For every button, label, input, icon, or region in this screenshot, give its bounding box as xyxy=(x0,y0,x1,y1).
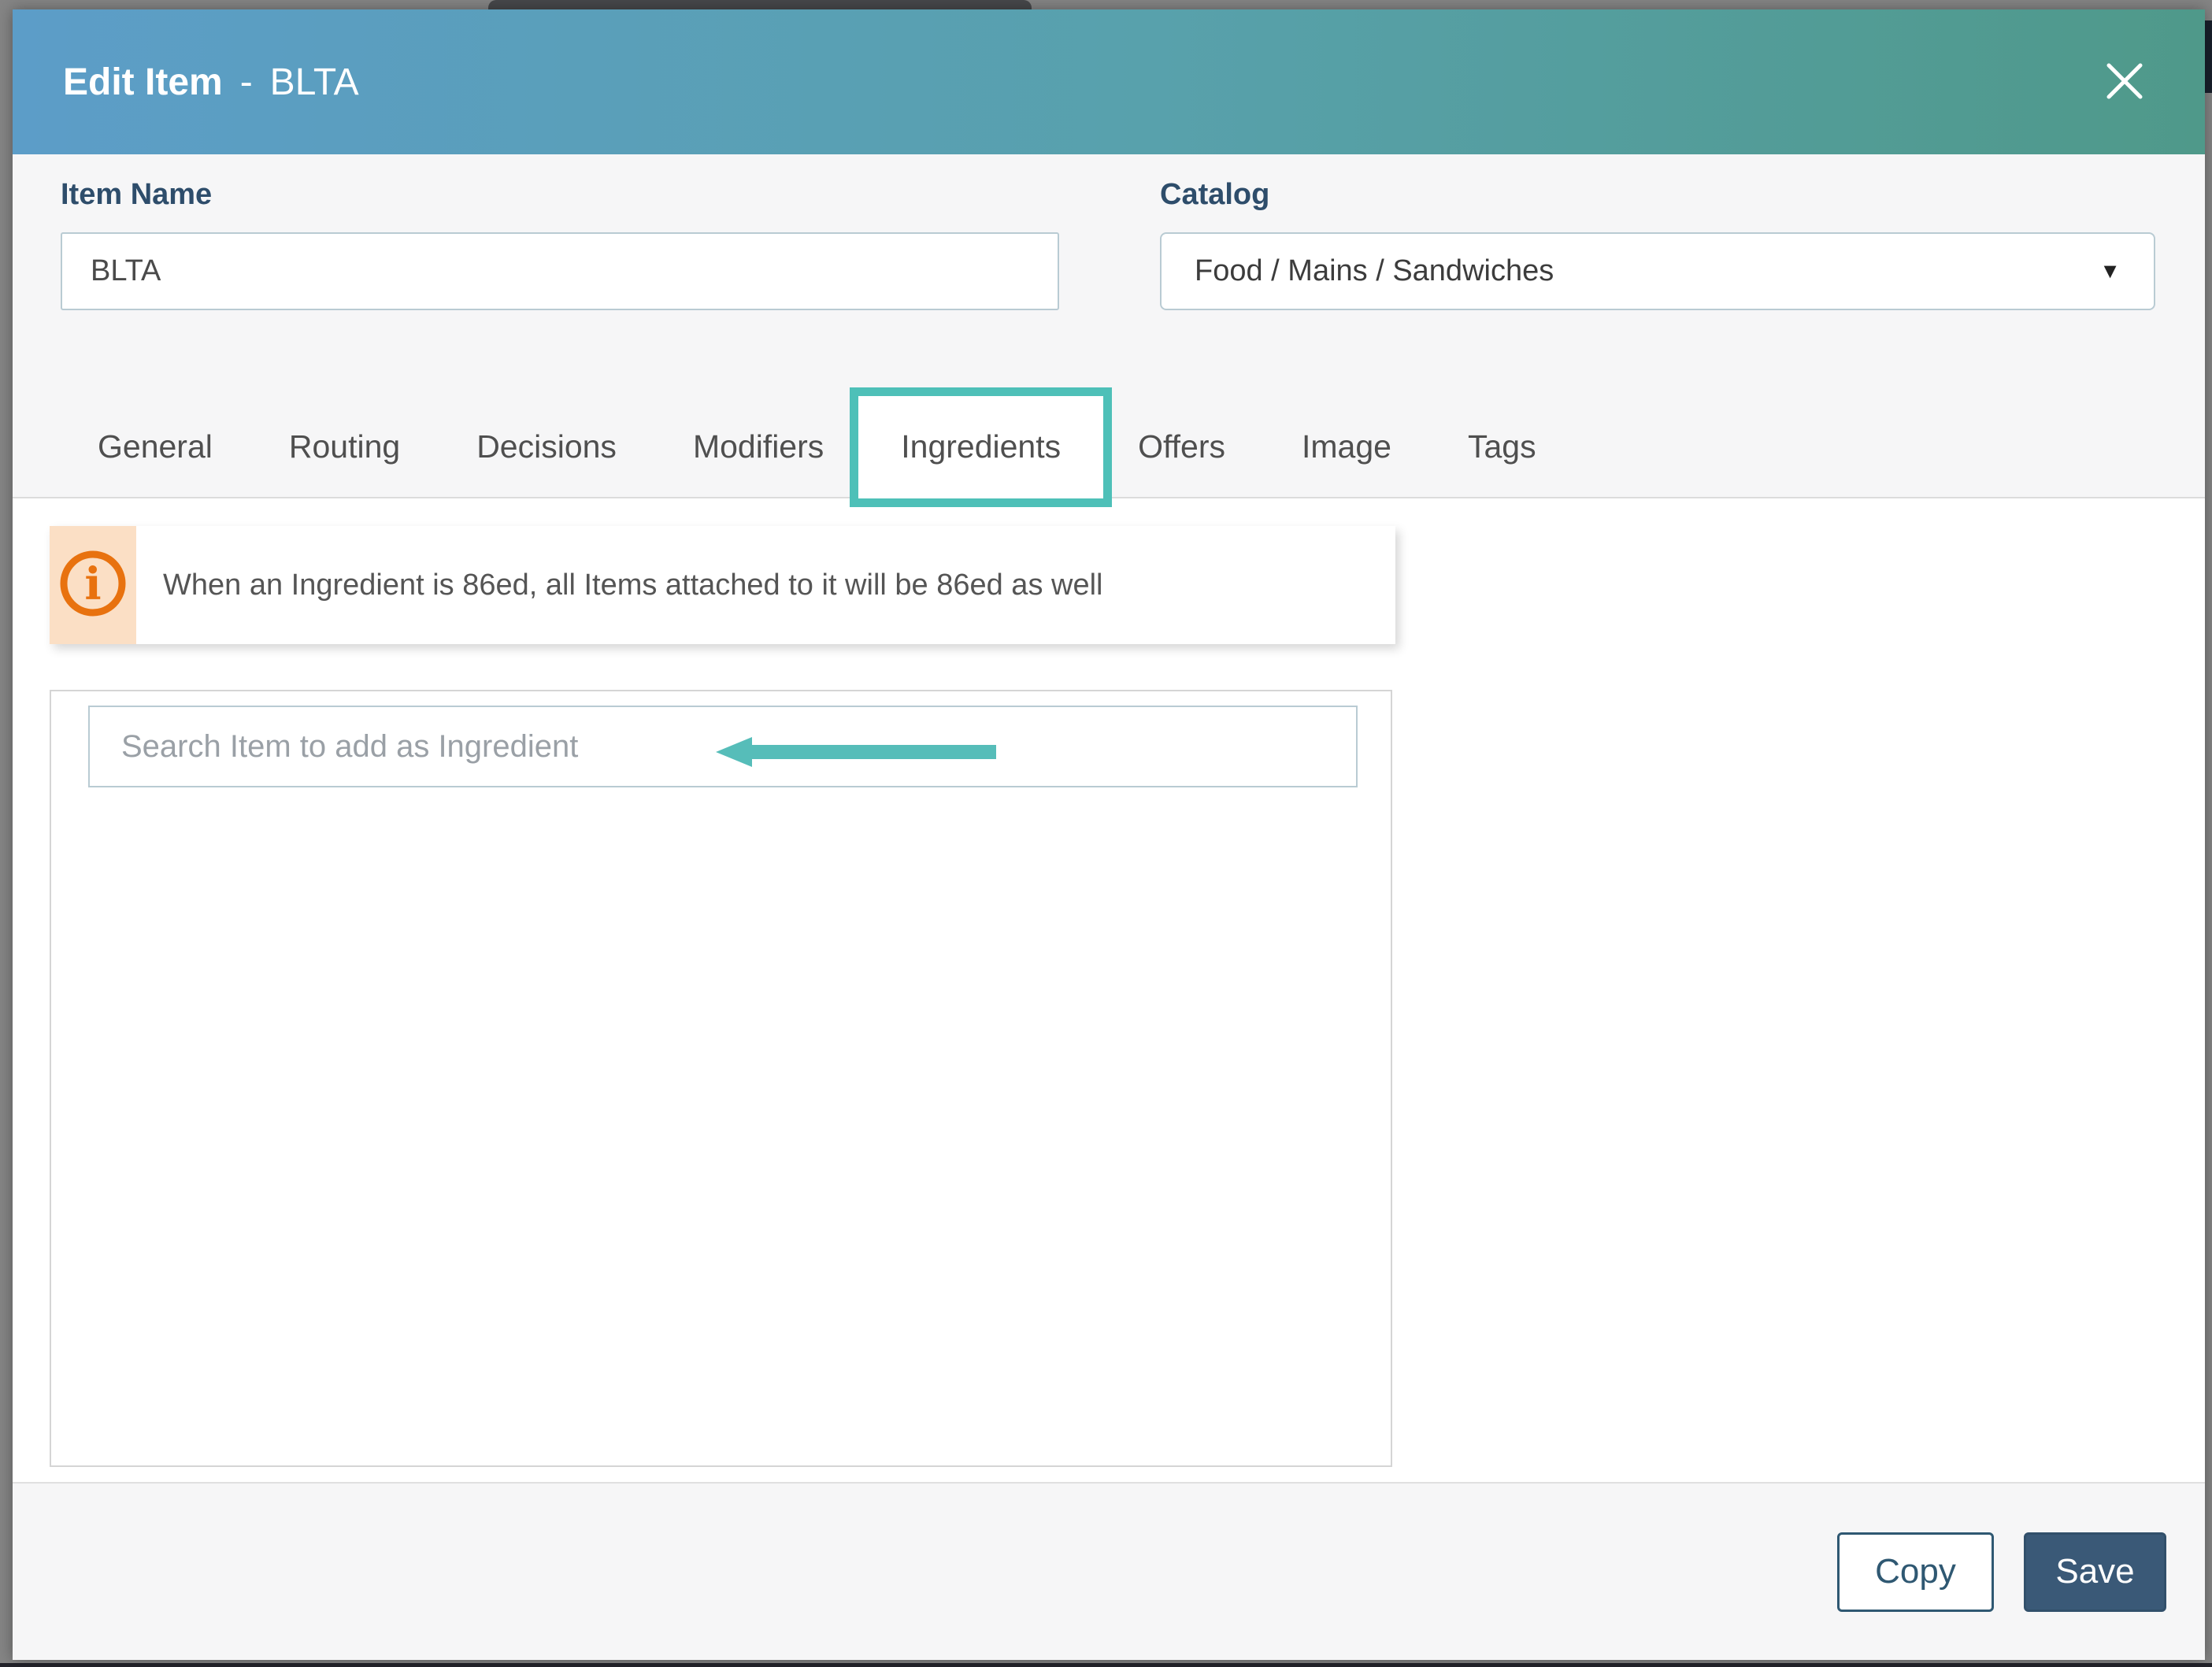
background-window-tab xyxy=(488,0,1032,9)
background-taskbar-strip xyxy=(0,1663,2212,1667)
tab-general[interactable]: General xyxy=(98,428,213,465)
catalog-selected-value: Food / Mains / Sandwiches xyxy=(1195,254,1554,287)
tab-routing[interactable]: Routing xyxy=(289,428,400,465)
save-button[interactable]: Save xyxy=(2024,1532,2166,1612)
info-icon: i xyxy=(57,547,129,624)
ingredient-search-input[interactable] xyxy=(88,706,1358,787)
active-tab-highlight: Ingredients xyxy=(850,387,1113,507)
page-frame: { "header": { "title": "Edit Item", "sep… xyxy=(0,0,2212,1667)
item-name-label: Item Name xyxy=(61,178,213,211)
tab-bar: General Routing Decisions Modifiers Ingr… xyxy=(13,310,2205,507)
tab-tags[interactable]: Tags xyxy=(1468,428,1536,465)
catalog-label: Catalog xyxy=(1160,178,1270,211)
info-banner: i When an Ingredient is 86ed, all Items … xyxy=(50,526,1395,644)
item-name-field: Item Name xyxy=(61,177,1059,310)
tab-image[interactable]: Image xyxy=(1302,428,1391,465)
tab-offers[interactable]: Offers xyxy=(1138,428,1225,465)
close-icon xyxy=(2102,58,2147,106)
ingredient-list-panel xyxy=(50,690,1392,1467)
chevron-down-icon: ▼ xyxy=(2099,259,2121,283)
item-name-input[interactable] xyxy=(61,232,1059,310)
catalog-select[interactable]: Food / Mains / Sandwiches ▼ xyxy=(1160,232,2155,310)
modal-title-separator: - xyxy=(239,61,253,103)
modal-title-item-name: BLTA xyxy=(269,61,359,103)
form-section: Item Name Catalog Food / Mains / Sandwic… xyxy=(13,154,2205,507)
tab-modifiers[interactable]: Modifiers xyxy=(693,428,824,465)
info-banner-text: When an Ingredient is 86ed, all Items at… xyxy=(163,568,1103,602)
modal-footer: Copy Save xyxy=(13,1482,2205,1660)
tab-ingredients[interactable]: Ingredients xyxy=(901,428,1061,465)
info-banner-icon-strip: i xyxy=(50,526,136,644)
tab-decisions[interactable]: Decisions xyxy=(476,428,617,465)
modal-header: Edit Item - BLTA xyxy=(13,9,2205,154)
modal-title: Edit Item - BLTA xyxy=(63,61,359,104)
svg-text:i: i xyxy=(84,558,101,610)
modal-title-prefix: Edit Item xyxy=(63,61,223,103)
edit-item-modal: Edit Item - BLTA Item Name Catalog Food … xyxy=(13,9,2205,1660)
background-window-fragment xyxy=(2205,20,2212,93)
catalog-field: Catalog Food / Mains / Sandwiches ▼ xyxy=(1160,177,2155,310)
close-button[interactable] xyxy=(2095,52,2155,112)
copy-button[interactable]: Copy xyxy=(1837,1532,1994,1612)
ingredients-tab-panel: i When an Ingredient is 86ed, all Items … xyxy=(13,498,2205,1482)
